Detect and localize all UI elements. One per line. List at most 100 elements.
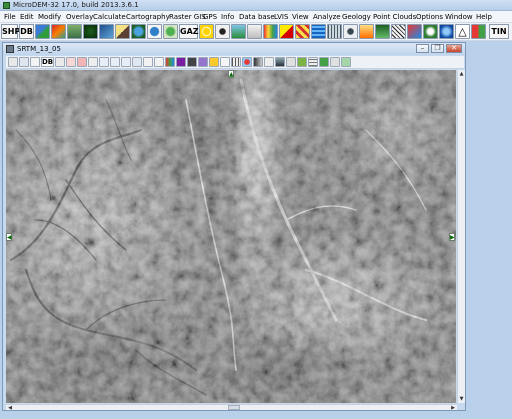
database-button[interactable]: DB <box>41 57 54 67</box>
menu-point-clouds[interactable]: Point Clouds <box>373 12 416 22</box>
map-window-title-bar: SRTM_13_05 – ❐ ✕ <box>3 43 465 55</box>
globe-map-icon[interactable] <box>35 24 50 39</box>
rgb-icon[interactable] <box>165 57 175 67</box>
grid-net-icon[interactable] <box>327 24 342 39</box>
glove-globe-icon[interactable] <box>423 24 438 39</box>
app-icon <box>3 2 10 9</box>
pan-icon[interactable] <box>88 57 98 67</box>
menu-calculate[interactable]: Calculate <box>93 12 126 22</box>
yellow-icon[interactable] <box>209 57 219 67</box>
shapefile-button[interactable]: SHP <box>1 24 20 39</box>
menu-help[interactable]: Help <box>476 12 492 22</box>
zoom-box-icon[interactable] <box>55 57 65 67</box>
purple-shape-icon[interactable] <box>176 57 186 67</box>
flower-icon[interactable] <box>215 24 230 39</box>
close-button[interactable]: ✕ <box>446 44 462 53</box>
refresh-icon[interactable] <box>132 57 142 67</box>
pencil-edit-icon[interactable] <box>115 24 130 39</box>
scroll-right-arrow[interactable]: ▶ <box>450 405 456 411</box>
violet-icon[interactable] <box>198 57 208 67</box>
compass-icon[interactable] <box>343 24 358 39</box>
stripes-icon[interactable] <box>295 24 310 39</box>
menu-modify[interactable]: Modify <box>38 12 61 22</box>
print-icon[interactable] <box>8 57 18 67</box>
windows-flag-icon[interactable] <box>471 24 486 39</box>
warning-icon[interactable] <box>279 24 294 39</box>
zoom-in-icon[interactable] <box>99 57 109 67</box>
menu-info[interactable]: Info <box>221 12 234 22</box>
terrain-3d-icon[interactable] <box>67 24 82 39</box>
menu-analyze[interactable]: Analyze <box>313 12 341 22</box>
circle-icon[interactable] <box>220 57 230 67</box>
tin-button[interactable]: TIN <box>489 24 509 39</box>
pan-north-arrow[interactable]: ▲ <box>228 70 234 78</box>
pen-icon[interactable] <box>264 57 274 67</box>
pan-east-arrow[interactable]: ▶ <box>449 233 455 241</box>
layers-icon[interactable] <box>375 24 390 39</box>
satellite-image-icon[interactable] <box>231 24 246 39</box>
menu-cartography[interactable]: Cartography <box>126 12 170 22</box>
menu-edit[interactable]: Edit <box>20 12 34 22</box>
print-2-icon[interactable] <box>330 57 340 67</box>
pan-west-arrow[interactable]: ◀ <box>6 233 12 241</box>
triangle-outline-icon[interactable]: △ <box>455 24 470 39</box>
envelope-icon[interactable] <box>247 24 262 39</box>
gazetteer-button[interactable]: GAZ <box>179 24 199 39</box>
sun-icon[interactable] <box>199 24 214 39</box>
tree-icon[interactable] <box>163 24 178 39</box>
profile-icon[interactable] <box>275 57 285 67</box>
menu-geology[interactable]: Geology <box>342 12 371 22</box>
mixer-icon[interactable] <box>407 24 422 39</box>
spectrum-icon[interactable] <box>263 24 278 39</box>
earth-globe-icon[interactable] <box>147 24 162 39</box>
database-button[interactable]: DB <box>19 24 34 39</box>
copy-icon[interactable] <box>30 57 40 67</box>
raster-blue-icon[interactable] <box>99 24 114 39</box>
dark-shape-icon[interactable] <box>187 57 197 67</box>
dem-green-icon[interactable] <box>83 24 98 39</box>
scroll-left-arrow[interactable]: ◀ <box>7 405 13 411</box>
hatch-icon[interactable] <box>391 24 406 39</box>
pyramid-icon[interactable] <box>359 24 374 39</box>
red-x-icon[interactable] <box>77 57 87 67</box>
grid-2-icon[interactable] <box>308 57 318 67</box>
zoom-in-2-icon[interactable] <box>110 57 120 67</box>
minimize-button[interactable]: – <box>416 44 429 53</box>
world-globe-icon[interactable] <box>131 24 146 39</box>
menu-overlay[interactable]: Overlay <box>66 12 93 22</box>
scroll-down-arrow[interactable]: ▼ <box>458 396 465 402</box>
legend-icon[interactable] <box>297 57 307 67</box>
menu-gps[interactable]: GPS <box>203 12 217 22</box>
vertical-scrollbar[interactable]: ▲ ▼ <box>457 70 465 403</box>
strip-icon[interactable] <box>253 57 263 67</box>
horizontal-scrollbar[interactable]: ◀ ▶ <box>6 404 457 411</box>
menu-options[interactable]: Options <box>416 12 443 22</box>
identify-icon[interactable] <box>154 57 164 67</box>
cursor-icon[interactable] <box>143 57 153 67</box>
app-title: MicroDEM-32 17.0, build 2013.3.6.1 <box>13 1 139 9</box>
map-window-icon <box>6 45 14 53</box>
menu-data-base[interactable]: Data base <box>239 12 275 22</box>
print-preview-icon[interactable] <box>19 57 29 67</box>
horizontal-scroll-thumb[interactable] <box>228 405 240 410</box>
scale-icon[interactable] <box>286 57 296 67</box>
menu-view[interactable]: View <box>292 12 309 22</box>
wave-icon[interactable] <box>311 24 326 39</box>
overlay-red-icon[interactable] <box>242 57 252 67</box>
map-toolbar: DB <box>6 56 464 69</box>
export-icon[interactable] <box>341 57 351 67</box>
map-green-icon[interactable] <box>319 57 329 67</box>
cancel-icon[interactable] <box>66 57 76 67</box>
restore-button[interactable]: ❐ <box>431 44 444 53</box>
sphere-icon[interactable] <box>439 24 454 39</box>
dem-map-canvas[interactable]: ▲ ◀ ▶ <box>6 70 456 403</box>
menu-window[interactable]: Window <box>445 12 473 22</box>
menu-lvis[interactable]: LVIS <box>274 12 288 22</box>
grid-icon[interactable] <box>231 57 241 67</box>
menu-file[interactable]: File <box>4 12 16 22</box>
map-window: SRTM_13_05 – ❐ ✕ DB ▲ ◀ ▶ ▲ ▼ ◀ ▶ <box>2 42 466 411</box>
menu-raster-gis[interactable]: Raster GIS <box>169 12 206 22</box>
zoom-out-icon[interactable] <box>121 57 131 67</box>
scroll-up-arrow[interactable]: ▲ <box>458 71 465 77</box>
color-palette-icon[interactable] <box>51 24 66 39</box>
